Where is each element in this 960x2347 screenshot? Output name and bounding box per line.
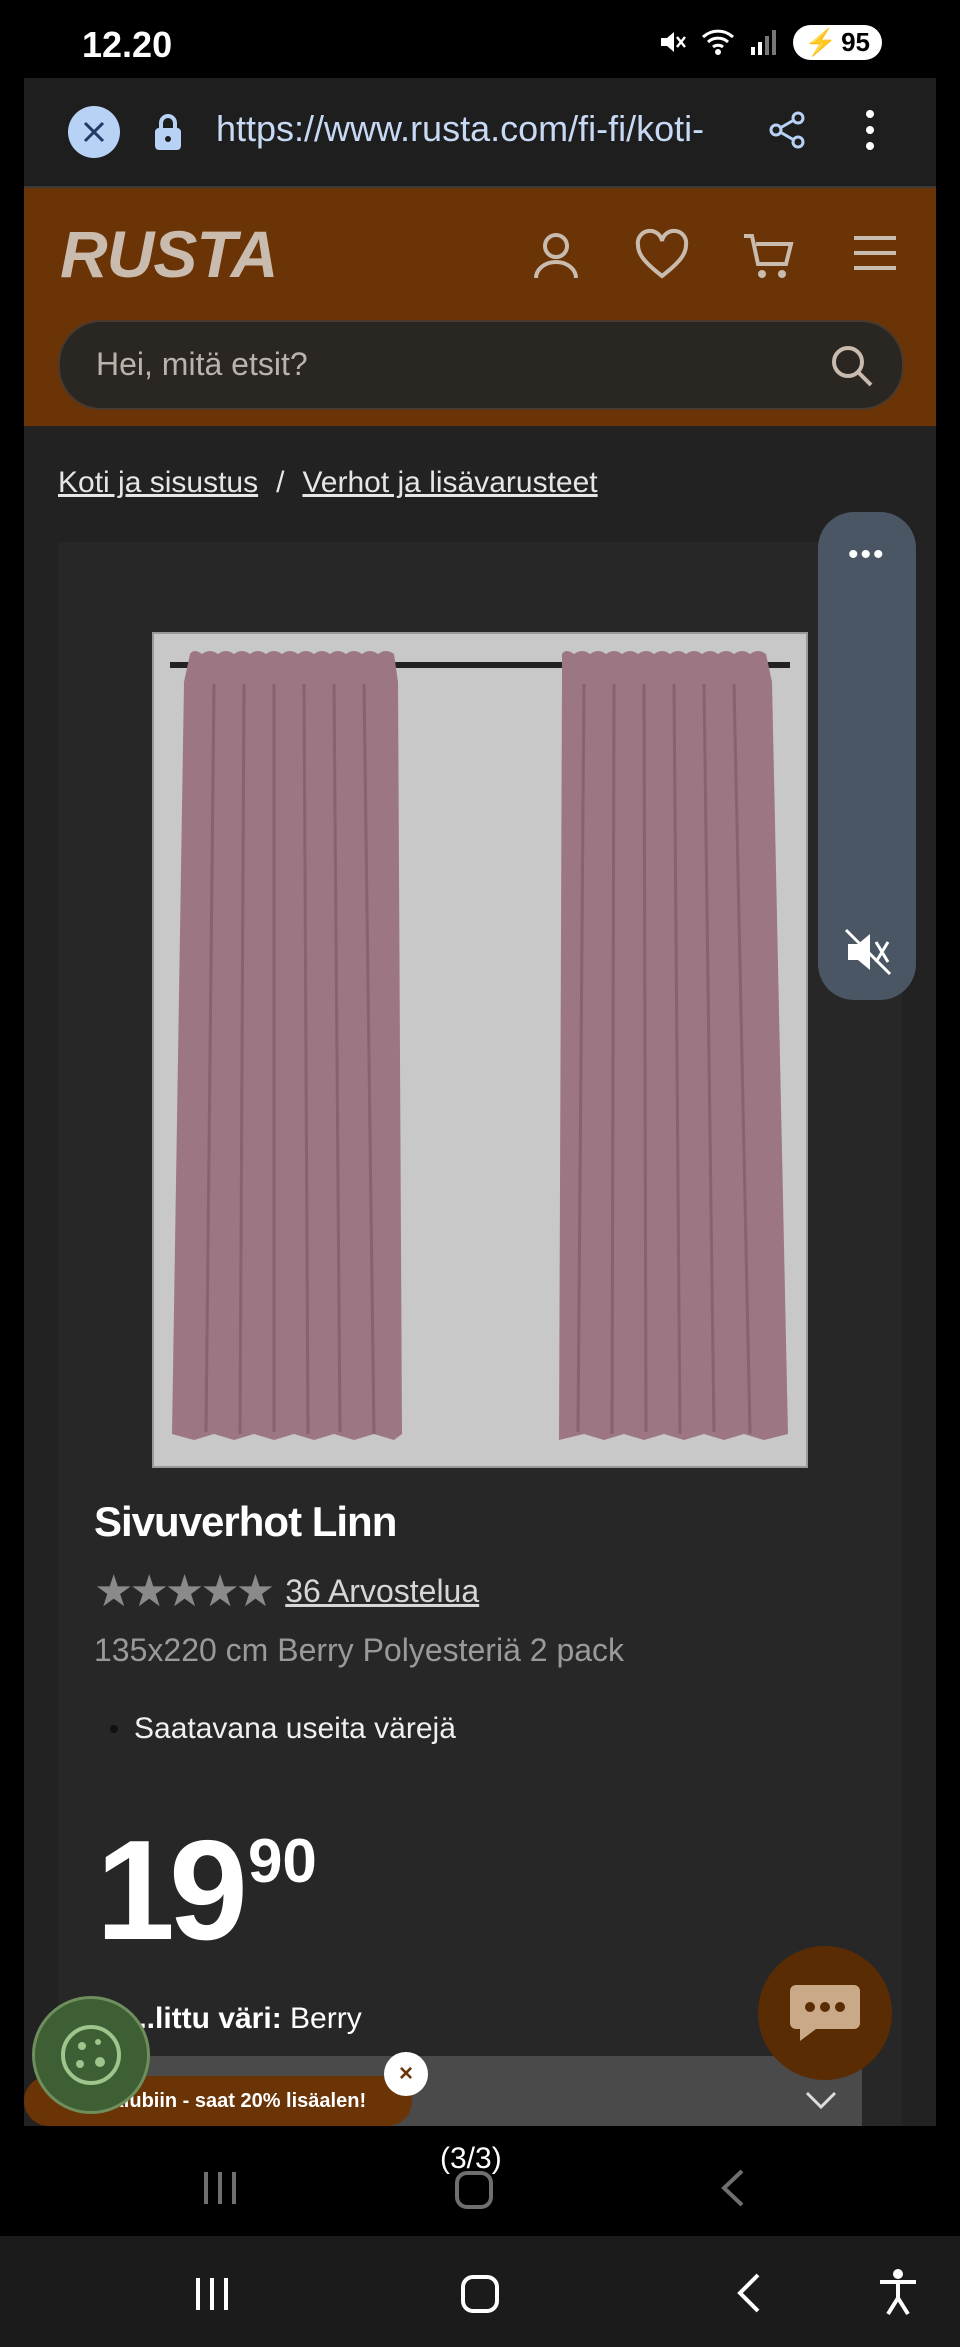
status-time: 12.20 <box>82 24 173 65</box>
bullet-icon <box>110 1725 118 1733</box>
selected-color-value: Berry <box>290 2002 362 2035</box>
battery-level: 95 <box>841 26 870 57</box>
system-back-icon[interactable] <box>734 2272 764 2314</box>
volume-panel[interactable]: ••• <box>818 512 916 1000</box>
chat-button[interactable] <box>758 1946 892 2080</box>
search-icon[interactable] <box>828 342 876 390</box>
product-price: 1990 <box>96 1820 317 1962</box>
more-options-icon[interactable]: ••• <box>848 538 886 572</box>
accessibility-icon[interactable] <box>876 2268 920 2316</box>
star-rating: ★★★★★ <box>94 1567 275 1616</box>
search-placeholder: Hei, mitä etsit? <box>96 346 308 382</box>
rating-row: ★★★★★ 36 Arvostelua <box>94 1566 479 1617</box>
close-icon <box>83 121 105 143</box>
page-content: Koti ja sisustus / Verhot ja lisävaruste… <box>24 426 936 2142</box>
logo[interactable]: RUSTA <box>60 216 278 292</box>
cookie-settings-button[interactable] <box>32 1996 150 2114</box>
status-bar: 12.20 ⚡ 95 <box>0 0 960 78</box>
hamburger-icon[interactable] <box>850 228 900 278</box>
back-icon[interactable] <box>718 2168 748 2208</box>
battery-indicator: ⚡ 95 <box>792 24 882 60</box>
home-icon[interactable] <box>454 2170 494 2210</box>
selected-color-label: ...littu väri: <box>130 2002 282 2035</box>
battery-saver-icon: ⚡ <box>804 26 838 57</box>
system-recent-apps-icon[interactable] <box>192 2276 232 2312</box>
reviews-link[interactable]: 36 Arvostelua <box>285 1573 479 1610</box>
price-decimals: 90 <box>247 1827 317 1896</box>
chevron-down-icon <box>805 2091 837 2110</box>
recent-apps-icon[interactable] <box>200 2170 240 2206</box>
system-home-icon[interactable] <box>460 2274 500 2314</box>
heart-icon[interactable] <box>634 228 690 284</box>
mute-icon[interactable] <box>842 926 894 978</box>
left-curtain-panel <box>172 651 402 1440</box>
browser-url-bar: https://www.rusta.com/fi-fi/koti- <box>24 78 936 188</box>
mute-status-icon <box>660 32 686 52</box>
breadcrumb-link-home-decor[interactable]: Koti ja sisustus <box>58 466 258 500</box>
wifi-icon <box>701 29 734 55</box>
url-field[interactable]: https://www.rusta.com/fi-fi/koti- <box>216 108 756 150</box>
lock-icon[interactable] <box>152 112 184 152</box>
chat-icon <box>790 1985 860 2041</box>
price-integer: 19 <box>96 1811 248 1970</box>
search-input[interactable]: Hei, mitä etsit? <box>58 320 904 410</box>
cookie-icon <box>61 2025 121 2085</box>
product-image[interactable] <box>152 632 808 1468</box>
selected-color: ...littu väri: Berry <box>130 2002 362 2036</box>
close-tab-button[interactable] <box>68 106 120 158</box>
system-nav-bar <box>0 2236 960 2347</box>
kebab-icon[interactable] <box>862 108 878 152</box>
feature-list-item: Saatavana useita värejä <box>110 1712 456 1746</box>
right-curtain-panel <box>559 651 788 1440</box>
share-icon[interactable] <box>768 110 808 150</box>
product-title: Sivuverhot Linn <box>94 1498 397 1545</box>
signal-icon <box>750 30 776 55</box>
cart-icon[interactable] <box>740 228 796 284</box>
curtain-illustration <box>170 651 790 1440</box>
close-banner-button[interactable]: × <box>384 2052 428 2096</box>
breadcrumb-separator: / <box>276 466 285 499</box>
variant-description: 135x220 cm Berry Polyesteriä 2 pack <box>94 1632 625 1668</box>
feature-text: Saatavana useita värejä <box>134 1712 456 1745</box>
breadcrumb-link-curtains[interactable]: Verhot ja lisävarusteet <box>302 466 597 500</box>
user-icon[interactable] <box>528 228 584 284</box>
breadcrumb: Koti ja sisustus / Verhot ja lisävaruste… <box>58 466 598 500</box>
overlay-nav-bar: (3/3) <box>0 2126 960 2236</box>
status-icons: ⚡ 95 <box>657 22 882 62</box>
site-header: RUSTA Hei, mitä etsit? <box>24 188 936 426</box>
